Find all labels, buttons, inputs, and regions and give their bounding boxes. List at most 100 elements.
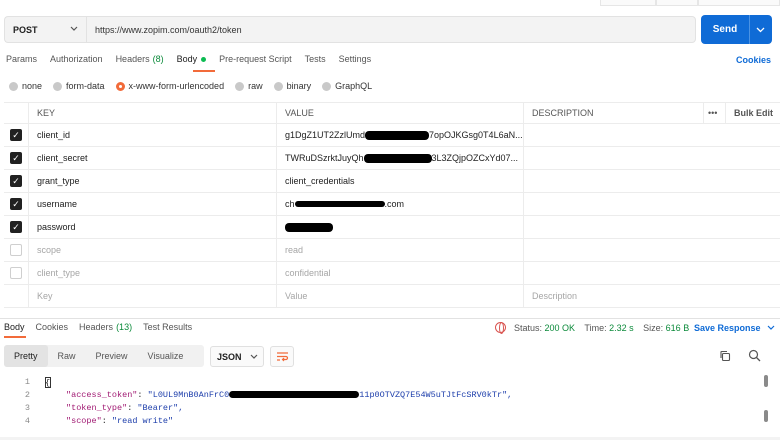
view-preview[interactable]: Preview: [86, 345, 138, 367]
save-response-button[interactable]: Save Response: [694, 323, 775, 333]
chevron-down-icon[interactable]: [756, 27, 765, 33]
radio-raw[interactable]: raw: [235, 81, 263, 91]
view-raw[interactable]: Raw: [48, 345, 86, 367]
table-row: client_type confidential: [4, 262, 780, 285]
row-key[interactable]: password: [28, 216, 276, 238]
description-placeholder[interactable]: Description: [523, 285, 703, 307]
scrollbar-thumb[interactable]: [764, 410, 768, 422]
send-button[interactable]: Send: [701, 15, 772, 44]
row-key[interactable]: scope: [28, 239, 276, 261]
code-line: 1 {: [0, 377, 780, 390]
format-select[interactable]: JSON: [210, 346, 264, 367]
row-description[interactable]: [523, 216, 703, 238]
tab-headers[interactable]: Headers (8): [116, 54, 164, 68]
code-line: 3 "token_type": "Bearer",: [0, 403, 780, 416]
send-label: Send: [712, 24, 738, 35]
tab-settings[interactable]: Settings: [339, 54, 372, 68]
brace-open: {: [45, 377, 51, 388]
row-description[interactable]: [523, 193, 703, 215]
row-value[interactable]: TWRuDSzrktJuyQh 3L3ZQjpOZCxYd07...: [276, 147, 523, 169]
radio-form-data[interactable]: form-data: [53, 81, 105, 91]
row-value[interactable]: client_credentials: [276, 170, 523, 192]
tab-params[interactable]: Params: [6, 54, 37, 68]
wrap-lines-button[interactable]: [270, 346, 294, 367]
modified-dot-icon: [201, 57, 207, 63]
radio-circle-icon: [322, 81, 332, 91]
row-key[interactable]: client_id: [28, 124, 276, 146]
search-icon[interactable]: [748, 349, 761, 362]
checkbox-checked-icon[interactable]: ✓: [10, 175, 22, 187]
row-description[interactable]: [523, 147, 703, 169]
chevron-down-icon: [70, 26, 78, 31]
cookies-link[interactable]: Cookies: [736, 55, 771, 65]
value-text: client_credentials: [285, 176, 355, 186]
value-text-tail: 3L3ZQjpOZCxYd07...: [431, 153, 519, 163]
method-select[interactable]: POST: [4, 16, 86, 43]
view-pretty[interactable]: Pretty: [4, 345, 48, 367]
scrollbar-thumb[interactable]: [764, 375, 768, 387]
row-value[interactable]: [276, 216, 523, 238]
response-tab-body[interactable]: Body: [4, 322, 25, 332]
checkbox-checked-icon[interactable]: ✓: [10, 198, 22, 210]
tab-headers-label: Headers: [115, 54, 150, 64]
row-key[interactable]: username: [28, 193, 276, 215]
row-description[interactable]: [523, 239, 703, 261]
url-input[interactable]: https://www.zopim.com/oauth2/token: [86, 16, 696, 43]
tab-body[interactable]: Body: [177, 54, 207, 68]
response-headers-count: (13): [116, 322, 133, 332]
value-placeholder[interactable]: Value: [276, 285, 523, 307]
row-description[interactable]: [523, 170, 703, 192]
radio-circle-icon: [9, 81, 18, 91]
response-tab-cookies[interactable]: Cookies: [36, 322, 69, 332]
row-description[interactable]: [523, 262, 703, 284]
code-line: 2 "access_token": "L0UL9MnB0AnFrC0 11p0OT…: [0, 390, 780, 403]
more-options-icon[interactable]: •••: [703, 103, 725, 123]
radio-graphql[interactable]: GraphQL: [322, 81, 372, 91]
tab-authorization[interactable]: Authorization: [50, 54, 103, 68]
response-tab-test-results[interactable]: Test Results: [143, 322, 192, 332]
radio-circle-icon: [235, 81, 245, 91]
checkbox-unchecked-icon[interactable]: [10, 267, 22, 279]
checkbox-checked-icon[interactable]: ✓: [10, 129, 22, 141]
row-value[interactable]: ch .com: [276, 193, 523, 215]
status-value[interactable]: 200 OK: [545, 323, 576, 333]
table-row: ✓ username ch .com: [4, 193, 780, 216]
line-number: 3: [24, 403, 30, 413]
row-value[interactable]: confidential: [276, 262, 523, 284]
body-type-radios: none form-data x-www-form-urlencoded raw…: [9, 81, 383, 91]
row-key[interactable]: client_type: [28, 262, 276, 284]
view-visualize[interactable]: Visualize: [138, 345, 194, 367]
tab-tests[interactable]: Tests: [305, 54, 326, 68]
header-key: KEY: [28, 103, 276, 123]
checkbox-unchecked-icon[interactable]: [10, 244, 22, 256]
radio-binary[interactable]: binary: [273, 81, 311, 91]
key-placeholder[interactable]: Key: [28, 285, 276, 307]
row-key[interactable]: client_secret: [28, 147, 276, 169]
json-key: "scope": [66, 416, 102, 426]
radio-urlencoded[interactable]: x-www-form-urlencoded: [115, 81, 224, 91]
redaction-mark: [229, 391, 360, 399]
radio-none[interactable]: none: [9, 81, 42, 91]
header-check-col: [4, 103, 28, 123]
header-value: VALUE: [276, 103, 523, 123]
row-value[interactable]: read: [276, 239, 523, 261]
response-tab-headers[interactable]: Headers (13): [79, 322, 132, 332]
size-value[interactable]: 616 B: [666, 323, 690, 333]
chevron-down-icon: [250, 354, 257, 359]
table-row: ✓ grant_type client_credentials: [4, 170, 780, 193]
checkbox-checked-icon[interactable]: ✓: [10, 221, 22, 233]
value-text: TWRuDSzrktJuyQh: [285, 153, 364, 163]
checkbox-checked-icon[interactable]: ✓: [10, 152, 22, 164]
response-tab-underline: [4, 336, 26, 338]
row-description[interactable]: [523, 124, 703, 146]
response-status: Status: 200 OK Time: 2.32 s Size: 616 B: [514, 323, 689, 333]
tab-pre-request[interactable]: Pre-request Script: [219, 54, 292, 68]
time-value[interactable]: 2.32 s: [609, 323, 634, 333]
row-value[interactable]: g1DgZ1UT2ZzlUmd 7opOJKGsg0T4L6aN...: [276, 124, 523, 146]
json-value-tail: 11p0OTVZQ7E54W5uTJtFcSRV0kTr",: [359, 390, 513, 400]
globe-icon[interactable]: [495, 322, 506, 334]
bulk-edit-link[interactable]: Bulk Edit: [725, 103, 780, 123]
radio-raw-label: raw: [248, 81, 263, 91]
row-key[interactable]: grant_type: [28, 170, 276, 192]
copy-icon[interactable]: [719, 350, 731, 362]
